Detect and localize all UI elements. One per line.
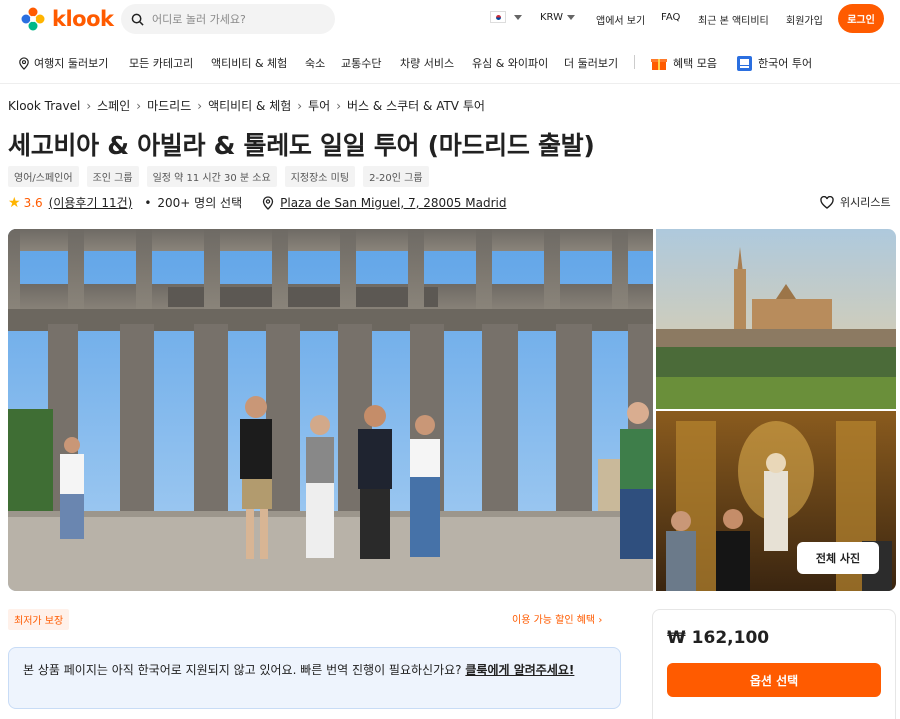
breadcrumb-item[interactable]: 투어 bbox=[308, 97, 330, 114]
nav-item-more[interactable]: 더 둘러보기 bbox=[564, 55, 618, 71]
signup-link[interactable]: 회원가입 bbox=[786, 12, 823, 27]
tag-group-type: 조인 그룹 bbox=[86, 166, 139, 187]
view-all-photos-button[interactable]: 전체 사진 bbox=[797, 542, 879, 574]
top-header: klook KRW 앱에서 보기 FAQ 최근 본 액티비티 회원가입 로그인 bbox=[0, 0, 900, 40]
page-title: 세고비아 & 아빌라 & 톨레도 일일 투어 (마드리드 출발) bbox=[8, 131, 595, 160]
currency-label: KRW bbox=[540, 12, 563, 23]
nav-divider bbox=[634, 55, 635, 69]
rating-value: 3.6 bbox=[23, 195, 43, 210]
klook-logo[interactable]: klook bbox=[20, 6, 114, 32]
chevron-right-icon: › bbox=[297, 98, 303, 113]
recently-viewed-link[interactable]: 최근 본 액티비티 bbox=[698, 12, 769, 27]
heart-icon bbox=[820, 195, 834, 209]
search-bar[interactable] bbox=[121, 4, 335, 34]
segovia-city-photo bbox=[656, 229, 896, 409]
logo-text: klook bbox=[52, 7, 114, 31]
discount-link-label: 이용 가능 할인 혜택 bbox=[512, 615, 596, 626]
cathedral-photo[interactable] bbox=[656, 229, 896, 409]
tag-list: 영어/스페인어 조인 그룹 일정 약 11 시간 30 분 소요 지정장소 미팅… bbox=[8, 166, 429, 187]
reviews-link[interactable]: (이용후기 11건) bbox=[49, 194, 133, 211]
main-photo[interactable] bbox=[8, 229, 653, 591]
discount-link[interactable]: 이용 가능 할인 혜택 › bbox=[512, 611, 602, 626]
gift-icon bbox=[651, 58, 667, 70]
booking-card: ₩ 162,100 옵션 선택 bbox=[652, 609, 896, 719]
notice-link[interactable]: 클룩에게 알려주세요! bbox=[465, 663, 574, 677]
chevron-right-icon: › bbox=[86, 98, 92, 113]
location-pin-icon bbox=[19, 56, 29, 70]
klook-logo-icon bbox=[21, 7, 45, 31]
nav-item-categories[interactable]: 모든 카테고리 bbox=[129, 55, 193, 71]
chevron-right-icon: › bbox=[197, 98, 203, 113]
korea-flag-icon bbox=[490, 11, 506, 23]
breadcrumb: Klook Travel › 스페인 › 마드리드 › 액티비티 & 체험 › 투어 › … bbox=[8, 97, 485, 114]
app-download-link[interactable]: 앱에서 보기 bbox=[596, 12, 645, 27]
nav-label: 여행지 둘러보기 bbox=[34, 57, 109, 70]
nav-label: 한국어 투어 bbox=[758, 57, 813, 70]
nav-item-korean-tour[interactable]: 한국어 투어 bbox=[737, 55, 812, 71]
korean-tour-icon bbox=[737, 55, 752, 71]
search-input[interactable] bbox=[152, 12, 322, 26]
nav-item-transport[interactable]: 교통수단 bbox=[341, 55, 381, 71]
breadcrumb-item[interactable]: 스페인 bbox=[97, 97, 130, 114]
booked-count: 200+ 명의 선택 bbox=[157, 196, 243, 210]
wishlist-label: 위시리스트 bbox=[840, 196, 891, 209]
faq-link[interactable]: FAQ bbox=[661, 12, 680, 23]
search-icon bbox=[131, 13, 144, 26]
chevron-right-icon: › bbox=[136, 98, 142, 113]
best-price-badge: 최저가 보장 bbox=[8, 609, 70, 630]
location-link[interactable]: Plaza de San Miguel, 7, 28005 Madrid bbox=[280, 196, 506, 210]
breadcrumb-item[interactable]: Klook Travel bbox=[8, 99, 80, 113]
tag-language: 영어/스페인어 bbox=[8, 166, 79, 187]
breadcrumb-item[interactable]: 액티비티 & 체험 bbox=[208, 97, 291, 114]
nav-label: 혜택 모음 bbox=[673, 57, 717, 70]
price-value: ₩ 162,100 bbox=[667, 628, 770, 648]
wishlist-button[interactable]: 위시리스트 bbox=[820, 194, 891, 210]
notice-text: 본 상품 페이지는 아직 한국어로 지원되지 않고 있어요. 빠른 번역 진행이… bbox=[23, 663, 466, 677]
star-icon: ★ bbox=[8, 194, 21, 211]
nav-item-hotels[interactable]: 숙소 bbox=[305, 55, 325, 71]
tag-duration: 일정 약 11 시간 30 분 소요 bbox=[146, 166, 277, 187]
nav-item-activities[interactable]: 액티비티 & 체험 bbox=[211, 55, 287, 71]
activity-meta: ★ 3.6 (이용후기 11건) • 200+ 명의 선택 Plaza de S… bbox=[8, 194, 506, 211]
currency-selector[interactable]: KRW bbox=[540, 12, 575, 23]
chevron-down-icon bbox=[514, 14, 522, 20]
separator-dot: • bbox=[144, 195, 152, 210]
chevron-right-icon: › bbox=[336, 98, 342, 113]
location-pin-icon bbox=[262, 195, 274, 210]
chevron-right-icon: › bbox=[598, 615, 603, 626]
nav-item-sim-wifi[interactable]: 유심 & 와이파이 bbox=[472, 55, 548, 71]
login-button[interactable]: 로그인 bbox=[838, 4, 884, 33]
chevron-down-icon bbox=[567, 14, 575, 20]
nav-item-destinations[interactable]: 여행지 둘러보기 bbox=[18, 55, 108, 71]
nav-item-deals[interactable]: 혜택 모음 bbox=[651, 55, 717, 71]
select-option-button[interactable]: 옵션 선택 bbox=[667, 663, 881, 697]
tag-group-size: 2-20인 그룹 bbox=[363, 166, 429, 187]
category-nav: 여행지 둘러보기 모든 카테고리 액티비티 & 체험 숙소 교통수단 차량 서비… bbox=[0, 40, 900, 84]
breadcrumb-item[interactable]: 마드리드 bbox=[147, 97, 191, 114]
breadcrumb-item[interactable]: 버스 & 스쿠터 & ATV 투어 bbox=[347, 97, 485, 114]
translation-notice: 본 상품 페이지는 아직 한국어로 지원되지 않고 있어요. 빠른 번역 진행이… bbox=[8, 647, 621, 709]
tag-meeting: 지정장소 미팅 bbox=[284, 166, 356, 187]
nav-item-car-service[interactable]: 차량 서비스 bbox=[400, 55, 454, 71]
aqueduct-photo bbox=[8, 229, 653, 591]
language-selector[interactable] bbox=[490, 11, 522, 23]
